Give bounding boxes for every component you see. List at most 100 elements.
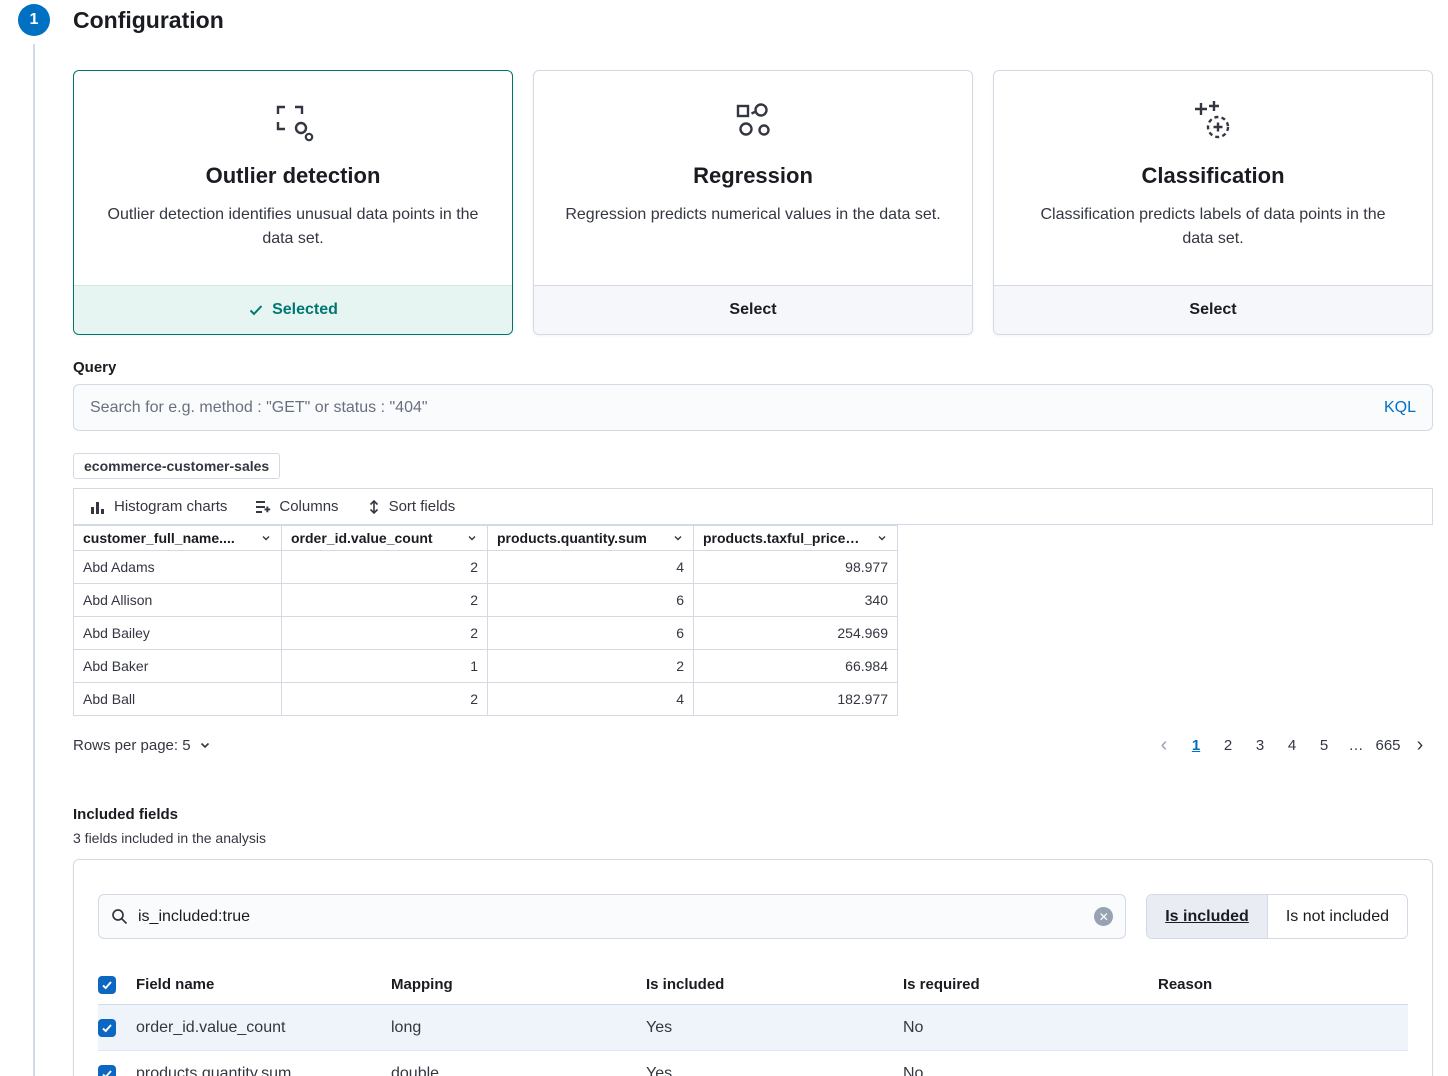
card-outlier-detection[interactable]: Outlier detection Outlier detection iden… [73, 70, 513, 335]
column-label: products.quantity.sum [497, 530, 647, 546]
page-button-4[interactable]: 4 [1279, 732, 1305, 758]
include-filter-group: Is included Is not included [1146, 894, 1408, 939]
page: 1 Configuration Outlier detection Outlie… [0, 0, 1448, 1076]
card-action-label: Selected [272, 301, 338, 319]
cell-is-included: Yes [646, 1065, 903, 1076]
card-action-label: Select [1189, 301, 1236, 319]
job-type-cards: Outlier detection Outlier detection iden… [73, 70, 1433, 335]
cell-quantity-sum: 2 [488, 650, 694, 683]
cell-quantity-sum: 4 [488, 683, 694, 716]
col-mapping: Mapping [391, 976, 646, 993]
fields-table: Field name Mapping Is included Is requir… [98, 965, 1408, 1076]
filter-is-not-included-button[interactable]: Is not included [1267, 895, 1407, 938]
grid-header-row: customer_full_name.... order_id.value_co… [74, 526, 898, 551]
card-title: Regression [534, 163, 972, 189]
sort-icon [367, 499, 381, 515]
step-number-badge: 1 [18, 4, 50, 36]
column-label: customer_full_name.... [83, 530, 235, 546]
outlier-detection-icon [270, 97, 316, 147]
results-grid: customer_full_name.... order_id.value_co… [73, 525, 898, 716]
cell-customer: Abd Allison [74, 584, 282, 617]
page-button-3[interactable]: 3 [1247, 732, 1273, 758]
card-title: Outlier detection [74, 163, 512, 189]
column-header-order-id-value-count[interactable]: order_id.value_count [282, 526, 488, 551]
chevron-down-icon [876, 532, 888, 544]
table-row: Abd Bailey 2 6 254.969 [74, 617, 898, 650]
classification-select-button[interactable]: Select [994, 285, 1432, 334]
rows-per-page-label: Rows per page: 5 [73, 737, 191, 754]
field-search-bar: ✕ [98, 894, 1126, 939]
sort-fields-button[interactable]: Sort fields [355, 489, 468, 524]
regression-select-button[interactable]: Select [534, 285, 972, 334]
toolbar-label: Columns [279, 498, 338, 515]
source-index-badge: ecommerce-customer-sales [73, 453, 280, 479]
card-regression[interactable]: Regression Regression predicts numerical… [533, 70, 973, 335]
cell-mapping: long [391, 1019, 646, 1037]
cell-quantity-sum: 6 [488, 584, 694, 617]
toolbar-label: Sort fields [389, 498, 456, 515]
check-icon [101, 979, 113, 991]
cell-order-count: 2 [282, 584, 488, 617]
table-row: Abd Allison 2 6 340 [74, 584, 898, 617]
col-is-included: Is included [646, 976, 903, 993]
next-page-button[interactable]: › [1407, 732, 1433, 758]
chevron-down-icon [672, 532, 684, 544]
pagination-row: Rows per page: 5 ‹ 1 2 3 4 5 … 665 › [73, 730, 1433, 760]
table-row: Abd Ball 2 4 182.977 [74, 683, 898, 716]
data-grid-toolbar: Histogram charts Columns Sort fields [73, 488, 1433, 525]
query-search-input[interactable] [90, 399, 1384, 417]
filter-is-included-button[interactable]: Is included [1147, 895, 1267, 938]
field-search-input[interactable] [138, 908, 1084, 926]
cell-taxful-price: 254.969 [694, 617, 898, 650]
included-fields-title: Included fields [73, 806, 1433, 823]
clear-search-icon[interactable]: ✕ [1094, 907, 1113, 926]
cell-customer: Abd Ball [74, 683, 282, 716]
row-checkbox[interactable] [98, 1019, 116, 1037]
page-button-1[interactable]: 1 [1183, 732, 1209, 758]
cell-taxful-price: 182.977 [694, 683, 898, 716]
previous-page-button[interactable]: ‹ [1151, 732, 1177, 758]
toolbar-label: Histogram charts [114, 498, 227, 515]
col-field-name: Field name [136, 976, 391, 993]
row-checkbox[interactable] [98, 1065, 116, 1076]
query-search-bar: KQL [73, 384, 1433, 431]
cell-taxful-price: 340 [694, 584, 898, 617]
cell-taxful-price: 98.977 [694, 551, 898, 584]
card-description: Classification predicts labels of data p… [1024, 203, 1402, 251]
cell-quantity-sum: 4 [488, 551, 694, 584]
search-icon [111, 908, 128, 925]
cell-field-name: products.quantity.sum [136, 1065, 391, 1076]
histogram-charts-button[interactable]: Histogram charts [78, 489, 239, 524]
column-header-customer-full-name[interactable]: customer_full_name.... [74, 526, 282, 551]
page-button-5[interactable]: 5 [1311, 732, 1337, 758]
cell-mapping: double [391, 1065, 646, 1076]
outlier-detection-selected-button[interactable]: Selected [74, 285, 512, 334]
check-icon [101, 1068, 113, 1076]
check-icon [248, 302, 264, 318]
column-label: products.taxful_price… [703, 530, 859, 546]
column-header-products-taxful-price[interactable]: products.taxful_price… [694, 526, 898, 551]
cell-customer: Abd Bailey [74, 617, 282, 650]
card-description: Regression predicts numerical values in … [564, 203, 942, 227]
kql-button[interactable]: KQL [1384, 399, 1416, 417]
page-button-665[interactable]: 665 [1375, 732, 1401, 758]
included-fields-panel: ✕ Is included Is not included Field name… [73, 859, 1433, 1076]
cell-order-count: 2 [282, 683, 488, 716]
page-title: Configuration [73, 4, 1433, 36]
columns-button[interactable]: Columns [243, 489, 350, 524]
rows-per-page-button[interactable]: Rows per page: 5 [73, 737, 212, 754]
cell-quantity-sum: 6 [488, 617, 694, 650]
card-classification[interactable]: Classification Classification predicts l… [993, 70, 1433, 335]
column-header-products-quantity-sum[interactable]: products.quantity.sum [488, 526, 694, 551]
cell-customer: Abd Adams [74, 551, 282, 584]
pagination: ‹ 1 2 3 4 5 … 665 › [1151, 732, 1433, 758]
histogram-icon [90, 499, 106, 515]
page-button-2[interactable]: 2 [1215, 732, 1241, 758]
card-title: Classification [994, 163, 1432, 189]
cell-taxful-price: 66.984 [694, 650, 898, 683]
classification-icon [1190, 97, 1236, 147]
cell-is-included: Yes [646, 1019, 903, 1037]
select-all-checkbox[interactable] [98, 976, 116, 994]
columns-icon [255, 499, 271, 515]
card-action-label: Select [729, 301, 776, 319]
